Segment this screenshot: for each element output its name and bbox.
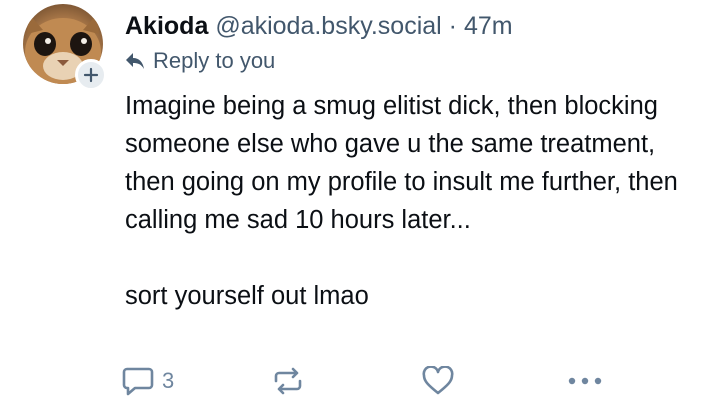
post-body-paragraph: Imagine being a smug elitist dick, then … — [125, 92, 678, 234]
reply-context[interactable]: Reply to you — [125, 48, 275, 74]
post-body: Imagine being a smug elitist dick, then … — [125, 87, 710, 315]
like-button[interactable] — [422, 362, 454, 400]
timestamp[interactable]: 47m — [464, 12, 513, 40]
comment-icon — [122, 367, 154, 396]
author-handle[interactable]: @akioda.bsky.social — [215, 12, 441, 40]
post-actions: 3 — [122, 362, 612, 400]
reply-count: 3 — [162, 368, 175, 393]
heart-icon — [422, 366, 454, 395]
reply-context-label: Reply to you — [153, 48, 276, 73]
more-icon — [568, 377, 602, 385]
repost-button[interactable] — [272, 362, 304, 400]
post-body-paragraph: sort yourself out lmao — [125, 282, 369, 310]
repost-icon — [274, 367, 302, 395]
display-name[interactable]: Akioda — [125, 12, 208, 40]
post: Akioda @akioda.bsky.social · 47m Reply t… — [0, 0, 724, 409]
separator-dot: · — [448, 12, 457, 40]
avatar-wrap — [23, 4, 107, 91]
reply-button[interactable]: 3 — [122, 362, 174, 400]
plus-icon — [83, 67, 99, 83]
more-options-button[interactable] — [567, 362, 603, 400]
follow-button[interactable] — [75, 59, 107, 91]
reply-arrow-icon — [126, 53, 144, 69]
post-header: Akioda @akioda.bsky.social · 47m — [125, 10, 513, 42]
